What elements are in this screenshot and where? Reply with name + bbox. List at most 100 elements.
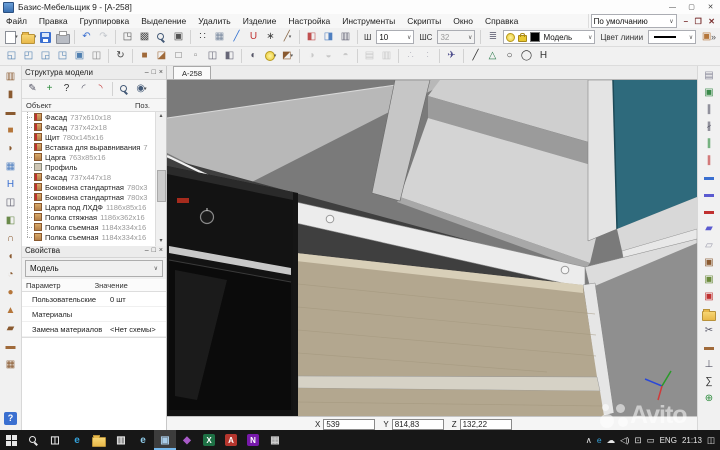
menu-настройка[interactable]: Настройка (282, 16, 336, 26)
screw-delete-tool[interactable]: ∥ (701, 153, 718, 169)
menu-группировка[interactable]: Группировка (74, 16, 136, 26)
sum-tool[interactable]: ∑ (701, 374, 718, 390)
menu-файл[interactable]: Файл (0, 16, 33, 26)
stamp-tool[interactable]: ⊥ (701, 357, 718, 373)
rotate-view-button[interactable]: ↻ (112, 48, 129, 64)
cone-tool[interactable]: ▲ (2, 303, 19, 319)
tree-item[interactable]: Фасад737x42x18 (22, 122, 166, 132)
draw-arc-button[interactable]: ◯ (518, 48, 535, 64)
view-axonometry-button[interactable]: ▣ (71, 48, 88, 64)
line-width-select[interactable]: 10∨ (376, 30, 414, 44)
shade-solid-button[interactable]: ◪ (153, 48, 170, 64)
copy-style-button[interactable]: ▣ (698, 29, 715, 45)
default-profile-select[interactable]: По умолчанию∨ (591, 14, 677, 28)
sphere-tool[interactable]: ● (2, 285, 19, 301)
component-blue-button[interactable]: ◨ (320, 29, 337, 45)
bar-tool[interactable]: ▰ (2, 321, 19, 337)
assembly-refresh-tool[interactable]: ▣ (701, 85, 718, 101)
window-maximize-button[interactable]: ▢ (682, 0, 701, 14)
tree-item[interactable]: Фасад737x610x18 (22, 112, 166, 122)
new-document-button[interactable]: ▾ (3, 29, 20, 45)
menu-удалить[interactable]: Удалить (192, 16, 236, 26)
layer-select[interactable]: Модель∨ (503, 30, 595, 44)
snap-point-button[interactable]: ∗ (262, 29, 279, 45)
fitting-add-tool[interactable]: ▬ (701, 170, 718, 186)
tray-network-icon[interactable]: ⊡ (634, 435, 641, 446)
panel-close-button[interactable]: × (159, 247, 163, 254)
tray-battery-icon[interactable]: ▭ (647, 435, 655, 446)
fitting-delete-tool[interactable]: ▬ (701, 204, 718, 220)
tree-item[interactable]: Профиль (22, 162, 166, 172)
tree-item[interactable]: Царга под ЛХДФ1186x85x16 (22, 202, 166, 212)
3d-viewport-canvas[interactable] (167, 80, 697, 416)
view-iso-button[interactable]: ◳ (54, 48, 71, 64)
view-left-button[interactable]: ◰ (20, 48, 37, 64)
visibility-eye-button[interactable]: ◉▾ (133, 81, 150, 97)
panel-float-button[interactable]: □ (152, 69, 156, 76)
property-row[interactable]: Замена материалов<Нет схемы> (22, 322, 166, 337)
complex-panel-tool[interactable]: ▦ (2, 159, 19, 175)
coord-x-field[interactable]: 539 (323, 419, 375, 430)
element-help-button[interactable]: ? (58, 81, 75, 97)
cut-tool[interactable]: ✂ (701, 323, 718, 339)
tree-item[interactable]: Боковина стандартная780x3 (22, 192, 166, 202)
menu-справка[interactable]: Справка (479, 16, 524, 26)
line-color-select[interactable]: ∨ (648, 30, 696, 44)
tree-item[interactable]: Полка стяжная1186x362x16 (22, 212, 166, 222)
panel-vertical-tool[interactable]: ▮ (2, 87, 19, 103)
ie-app-button[interactable]: e (132, 430, 154, 450)
select-elements-button[interactable]: ▩ (136, 29, 153, 45)
mdi-close-button[interactable]: ✕ (706, 17, 717, 26)
tray-volume-icon[interactable]: ◁) (620, 435, 629, 446)
grid-button[interactable]: ▦ (211, 29, 228, 45)
tree-item[interactable]: Щит780x145x16 (22, 132, 166, 142)
save-button[interactable] (37, 29, 54, 45)
coord-z-field[interactable]: 132,22 (460, 419, 512, 430)
tree-item[interactable]: Фасад737x447x18 (22, 172, 166, 182)
assembly-out-tool[interactable]: ▣ (701, 272, 718, 288)
structure-points-button[interactable]: ∷ (194, 29, 211, 45)
light-settings-button[interactable]: ▾ (262, 48, 279, 64)
mdi-minimize-button[interactable]: – (682, 17, 690, 26)
grid-panel-tool[interactable]: ▦ (2, 357, 19, 373)
taskbar-search-button[interactable] (22, 430, 44, 450)
draw-dimension-button[interactable]: H (535, 48, 552, 64)
task-view-button[interactable]: ◫ (44, 430, 66, 450)
preview-document-button[interactable] (116, 81, 133, 97)
tray-edge-icon[interactable]: e (597, 435, 602, 445)
bend-arc-red-button[interactable]: ◝ (92, 81, 109, 97)
clock[interactable]: 21:13 (682, 436, 702, 445)
panel-minimize-button[interactable]: – (145, 69, 149, 76)
shade-wireframe-button[interactable]: □ (170, 48, 187, 64)
screw-settings-tool[interactable]: ∦ (701, 119, 718, 135)
scroll-thumb[interactable] (157, 170, 166, 202)
shade-hidden-line-button[interactable]: ▫ (187, 48, 204, 64)
open-folder-button[interactable]: ▾ (20, 29, 37, 45)
panel-close-button[interactable]: × (159, 69, 163, 76)
scroll-down-icon[interactable]: ▾ (156, 237, 166, 246)
basis-app-button[interactable]: ▣ (154, 430, 176, 450)
menu-выделение[interactable]: Выделение (135, 16, 192, 26)
cabinet-tool[interactable]: ▥ (2, 69, 19, 85)
calculator-app-button[interactable]: ▦ (264, 430, 286, 450)
column-position[interactable]: Поз. (135, 101, 150, 110)
tree-item[interactable]: Боковина стандартная780x3 (22, 182, 166, 192)
tree-scrollbar[interactable]: ▴ ▾ (155, 112, 166, 246)
component-red-button[interactable]: ◧ (303, 29, 320, 45)
zoom-window-button[interactable] (153, 29, 170, 45)
tray-cloud-icon[interactable]: ☁ (607, 435, 616, 446)
action-center-icon[interactable]: ◫ (707, 435, 715, 446)
tree-item[interactable]: Полка съемная1184x334x16 (22, 222, 166, 232)
ruler-button[interactable]: ╱▾ (279, 29, 296, 45)
zoom-sheet-button[interactable]: ▣ (170, 29, 187, 45)
property-row[interactable]: Материалы (22, 307, 166, 322)
select-frame-button[interactable]: ◳ (119, 29, 136, 45)
file-explorer-button[interactable] (88, 430, 110, 450)
panel-float-button[interactable]: □ (152, 247, 156, 254)
coord-y-field[interactable]: 814,83 (392, 419, 444, 430)
store-app-button[interactable]: ▥ (110, 430, 132, 450)
print-button[interactable] (54, 29, 71, 45)
bent-detail-tool[interactable]: ◖ (2, 249, 19, 265)
column-object[interactable]: Объект (26, 101, 52, 110)
panel-horizontal-tool[interactable]: ▬ (2, 105, 19, 121)
